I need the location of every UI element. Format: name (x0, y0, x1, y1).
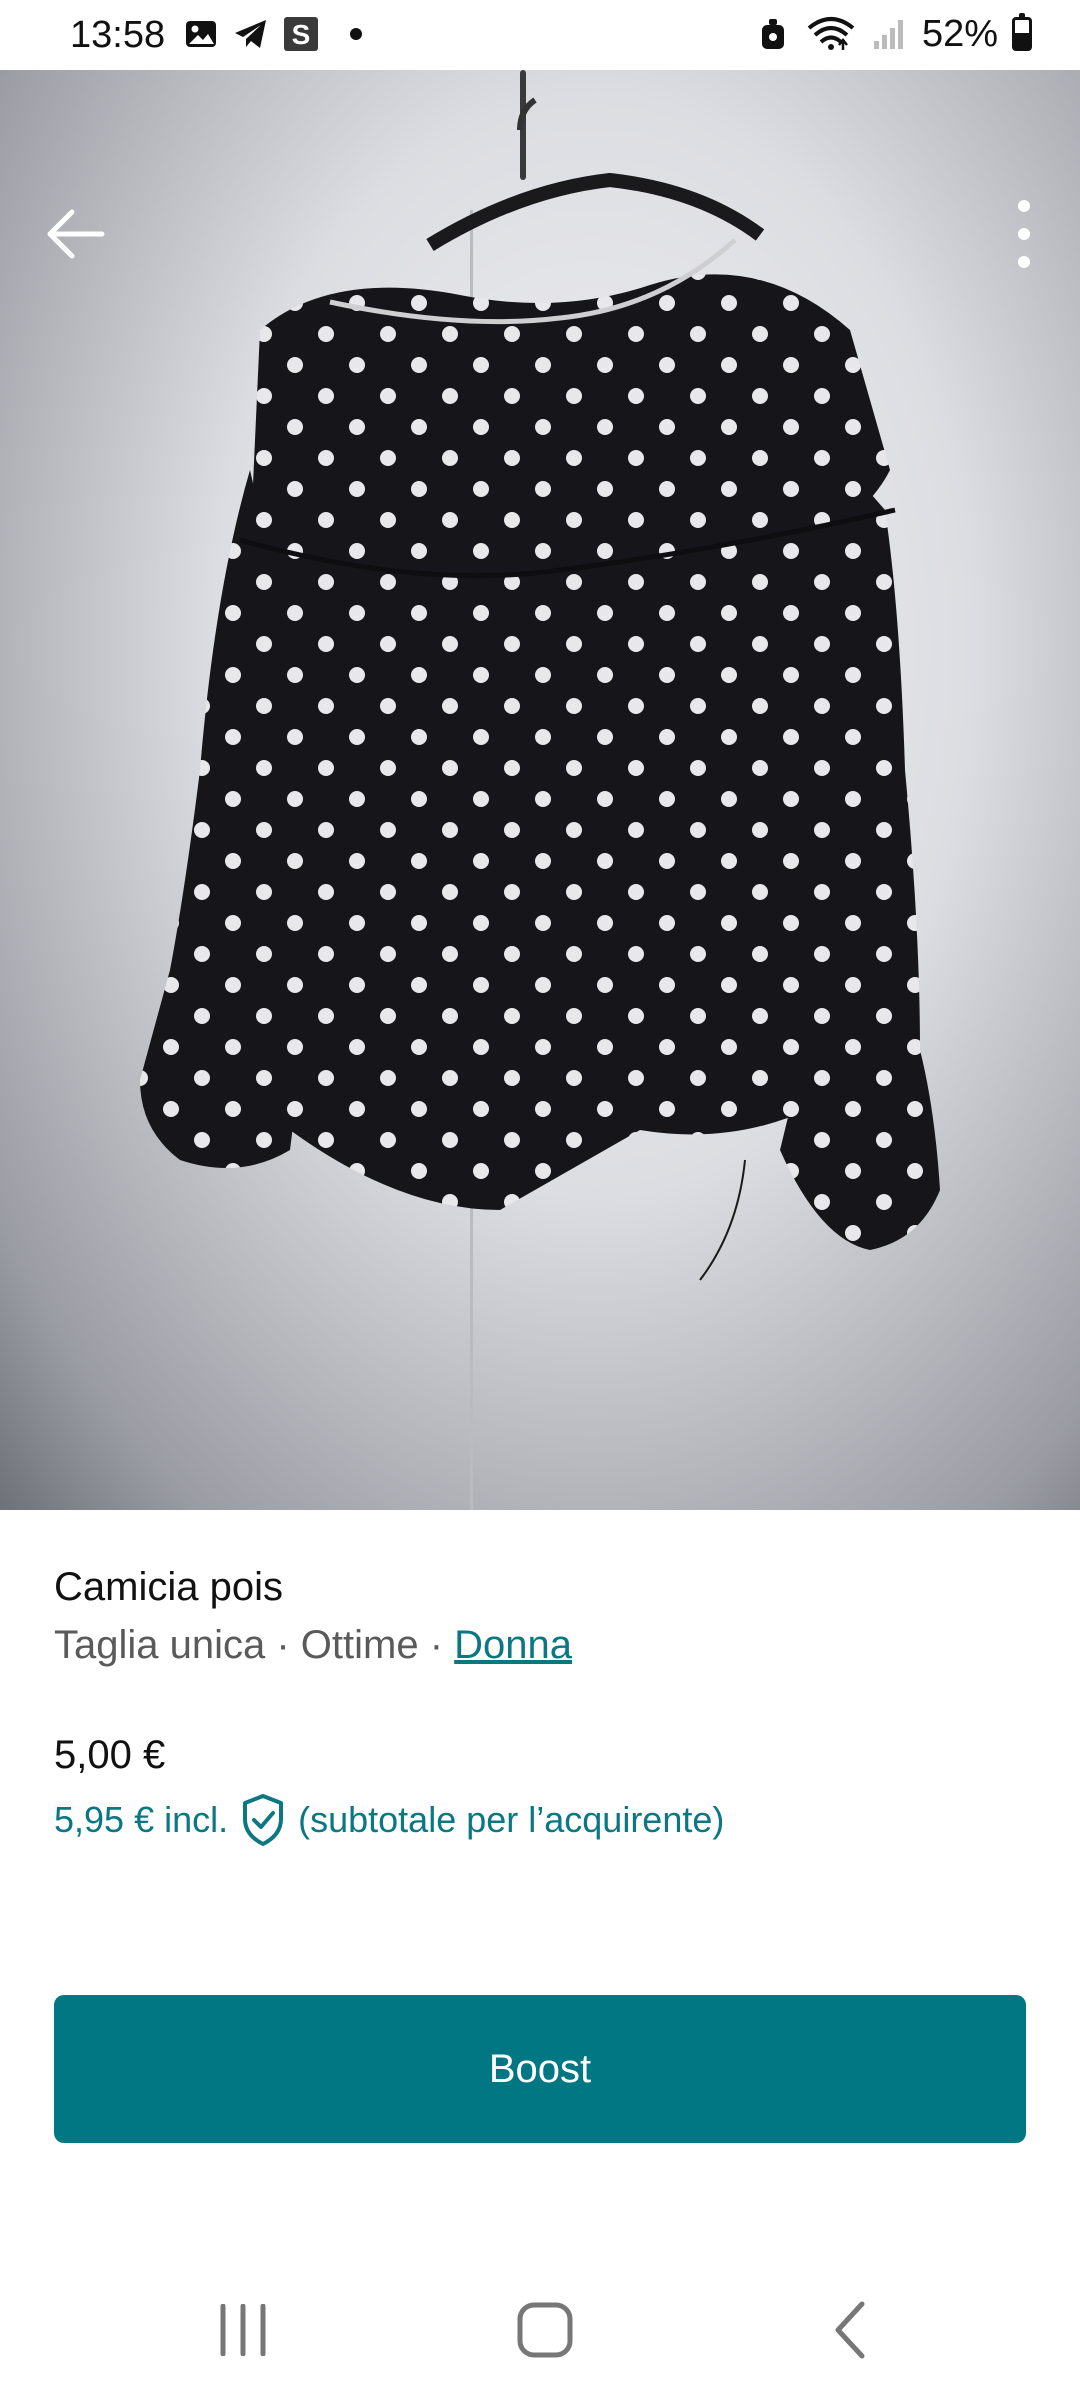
back-icon (835, 2301, 865, 2359)
arrow-left-icon (47, 209, 105, 259)
price-incl: 5,95 € incl. (54, 1799, 229, 1840)
attribute-separator: · (265, 1623, 301, 1667)
blouse-image (140, 97, 940, 1281)
s-app-icon: S (282, 15, 320, 53)
back-button[interactable] (36, 194, 116, 274)
home-icon (517, 2302, 573, 2358)
attribute-separator: · (418, 1623, 455, 1667)
status-notification-icons: S (182, 14, 362, 54)
recent-apps-button[interactable] (193, 2290, 293, 2370)
status-system-icons: 52% (754, 12, 1032, 55)
more-options-button[interactable] (984, 194, 1064, 274)
battery-icon (1012, 13, 1032, 51)
item-size: Taglia unica (54, 1623, 266, 1667)
dot-icon (350, 28, 362, 40)
signal-icon (870, 15, 908, 53)
product-photo[interactable] (0, 70, 1080, 1510)
home-button[interactable] (495, 2290, 595, 2370)
navigation-bar (0, 2250, 1080, 2408)
item-category-link[interactable]: Donna (454, 1623, 572, 1667)
recent-apps-icon (220, 2304, 266, 2356)
buyer-note: (subtotale per l’acquirente) (298, 1799, 725, 1840)
lock-icon (754, 15, 792, 53)
status-bar: 13:58 S 52% (0, 0, 1080, 70)
status-time: 13:58 (70, 14, 166, 56)
more-vertical-icon (1018, 200, 1030, 268)
buyer-protection-price[interactable]: 5,95 € incl. (subtotale per l’acquirente… (54, 1792, 724, 1848)
item-title: Camicia pois (54, 1565, 283, 1609)
item-attributes: Taglia unica · Ottime · Donna (54, 1623, 572, 1668)
image-icon (182, 15, 220, 53)
telegram-icon (232, 15, 270, 53)
item-price: 5,00 € (54, 1733, 166, 1777)
system-back-button[interactable] (800, 2290, 900, 2370)
wifi-icon (806, 15, 856, 53)
boost-button[interactable]: Boost (54, 1995, 1026, 2143)
item-condition: Ottime (300, 1623, 419, 1667)
battery-percent: 52% (921, 12, 998, 55)
shield-check-icon (238, 1792, 288, 1848)
svg-text:S: S (292, 19, 311, 50)
